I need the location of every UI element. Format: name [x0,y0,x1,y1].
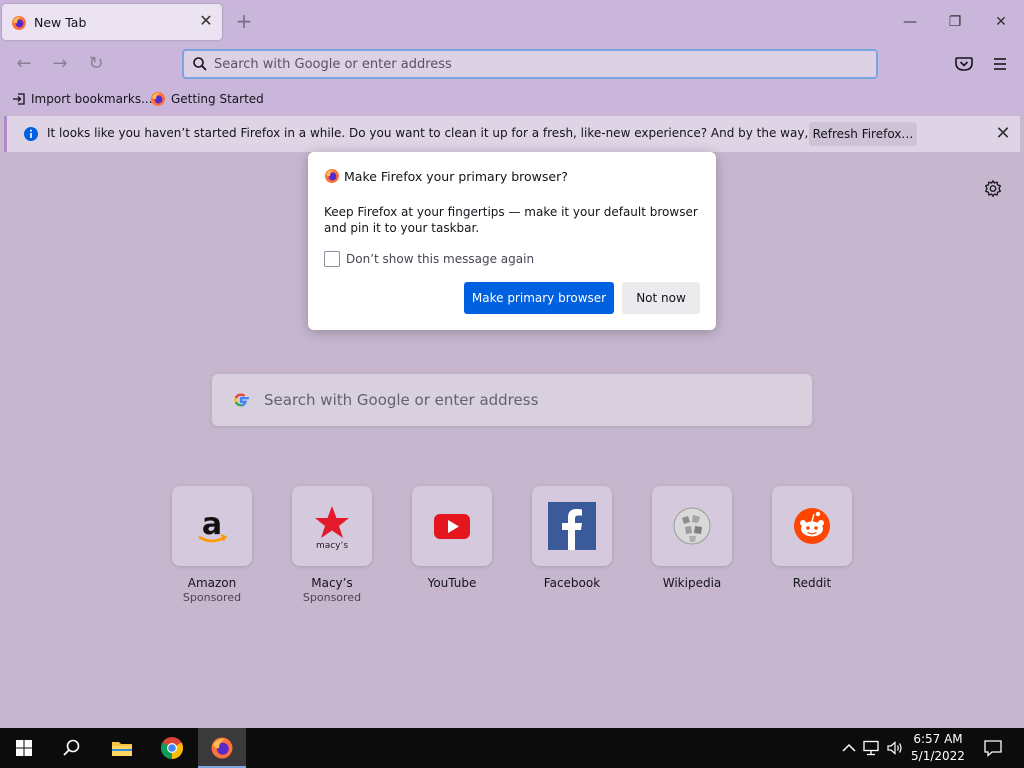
taskbar-firefox[interactable] [198,728,246,768]
top-site-tile[interactable] [412,486,492,566]
reload-button[interactable]: ↻ [84,52,108,76]
svg-text:macy’s: macy’s [316,541,348,550]
bookmark-getting-started[interactable]: Getting Started [150,90,264,108]
network-icon [863,740,879,756]
windows-start-icon [16,740,32,756]
top-site-wikipedia[interactable]: Wikipedia [652,486,732,591]
top-site-tile[interactable]: a [172,486,252,566]
close-notification-icon[interactable]: ✕ [993,124,1013,144]
pocket-icon[interactable] [952,52,976,76]
dont-show-again-checkbox[interactable] [324,251,340,267]
action-center-button[interactable] [976,728,1010,768]
dialog-title: Make Firefox your primary browser? [344,169,568,184]
svg-text:a: a [202,507,222,542]
refresh-firefox-button[interactable]: Refresh Firefox… [809,122,917,146]
content-search-input[interactable] [264,389,784,411]
top-site-label: Macy’s [311,576,353,590]
notification-icon [984,740,1002,757]
url-input[interactable] [214,54,854,74]
clock-time: 6:57 AM [913,732,963,746]
top-site-label: YouTube [427,576,477,590]
navigation-toolbar: ← → ↻ [0,44,1024,84]
content-search-box[interactable] [212,374,812,426]
search-icon [63,739,80,756]
bookmarks-toolbar: Import bookmarks... Getting Started [0,84,1024,114]
dialog-message: Keep Firefox at your fingertips — make i… [324,205,698,235]
tab-new-tab[interactable]: New Tab ✕ [2,4,222,40]
minimize-button[interactable]: — [895,8,925,36]
taskbar-search-button[interactable] [48,728,96,768]
maximize-button[interactable]: ❐ [940,8,970,36]
bookmark-label: Import bookmarks... [31,92,153,106]
file-explorer-icon [112,742,132,756]
volume-icon [887,741,902,755]
google-logo-icon [234,393,249,407]
sponsored-label: Sponsored [302,591,362,604]
top-site-tile[interactable] [652,486,732,566]
search-icon [193,57,207,71]
network-button[interactable] [860,728,882,768]
refresh-notification-bar: It looks like you haven’t started Firefo… [4,116,1020,152]
top-site-label: Wikipedia [662,576,722,590]
top-site-label: Facebook [543,576,601,590]
windows-taskbar: 6:57 AM 5/1/2022 [0,728,1024,768]
top-site-label: Reddit [792,576,832,590]
show-hidden-icons-button[interactable] [838,728,856,768]
bookmark-label: Getting Started [171,92,264,106]
top-site-macys[interactable]: macy’s Macy’s Sponsored [292,486,372,604]
top-site-youtube[interactable]: YouTube [412,486,492,591]
top-site-tile[interactable] [772,486,852,566]
top-site-label: Amazon [187,576,237,590]
tab-title: New Tab [34,15,87,30]
import-icon [13,93,25,105]
firefox-icon [325,169,339,183]
clock-date: 5/1/2022 [911,749,965,763]
title-bar: New Tab ✕ + — ❐ ✕ [0,0,1024,44]
sponsored-label: Sponsored [182,591,242,604]
top-site-tile[interactable] [532,486,612,566]
start-button[interactable] [0,728,48,768]
bookmark-import[interactable]: Import bookmarks... [12,90,153,108]
top-site-amazon[interactable]: a Amazon Sponsored [172,486,252,604]
firefox-icon [12,16,26,30]
top-site-tile[interactable]: macy’s [292,486,372,566]
info-icon [24,127,38,141]
firefox-icon [151,92,165,106]
facebook-logo-icon [548,502,596,550]
firefox-icon [211,737,233,759]
taskbar-chrome[interactable] [148,728,196,768]
amazon-logo-icon: a [198,507,227,543]
not-now-button[interactable]: Not now [622,282,700,314]
url-bar[interactable] [182,49,878,79]
back-button[interactable]: ← [12,52,36,76]
macys-logo-icon: macy’s [315,506,349,550]
hamburger-menu-icon[interactable] [988,52,1012,76]
gear-icon[interactable] [982,178,1004,200]
volume-button[interactable] [884,728,906,768]
top-site-reddit[interactable]: Reddit [772,486,852,591]
make-primary-browser-button[interactable]: Make primary browser [464,282,614,314]
chrome-icon [161,737,183,759]
forward-button[interactable]: → [48,52,72,76]
wikipedia-logo-icon [673,507,711,545]
new-tab-button[interactable]: + [234,11,254,32]
close-tab-icon[interactable]: ✕ [198,13,214,29]
close-window-button[interactable]: ✕ [986,8,1016,36]
taskbar-file-explorer[interactable] [98,728,146,768]
default-browser-dialog: Make Firefox your primary browser? Keep … [308,152,716,330]
top-site-facebook[interactable]: Facebook [532,486,612,591]
dont-show-again-label[interactable]: Don’t show this message again [346,252,534,266]
chevron-up-icon [842,743,856,752]
reddit-logo-icon [794,508,830,544]
youtube-logo-icon [434,514,470,539]
system-clock[interactable]: 6:57 AM 5/1/2022 [908,731,968,765]
notification-message: It looks like you haven’t started Firefo… [47,126,903,140]
